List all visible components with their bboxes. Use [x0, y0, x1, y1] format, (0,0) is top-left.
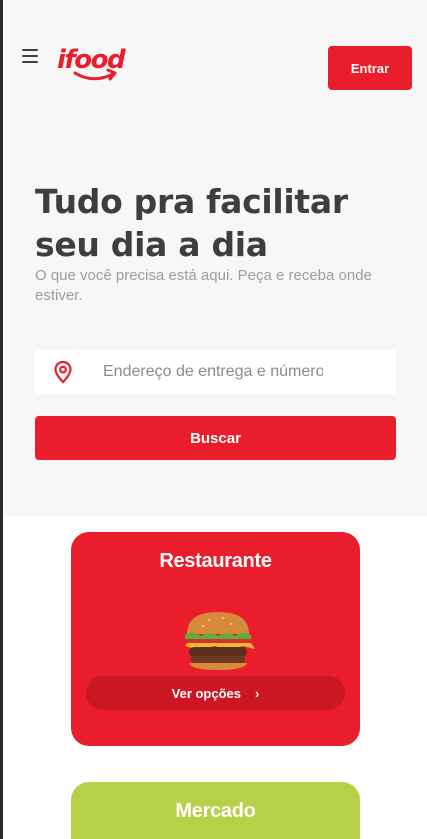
svg-text:ifood: ifood: [57, 45, 126, 75]
restaurant-card-title: Restaurante: [159, 550, 272, 572]
hero-section: ifood Entrar Tudo pra facilitar seu dia …: [3, 0, 427, 516]
burger-icon: [184, 612, 255, 670]
page-subtitle: O que você precisa está aqui. Peça e rec…: [35, 267, 372, 304]
see-options-button[interactable]: Ver opções ›: [86, 676, 345, 710]
search-button[interactable]: Buscar: [35, 416, 396, 460]
market-card-title: Mercado: [175, 800, 256, 822]
chevron-right-icon: ›: [255, 685, 260, 701]
address-field[interactable]: [35, 350, 396, 394]
see-options-label: Ver opções: [171, 685, 242, 701]
login-button[interactable]: Entrar: [328, 46, 412, 90]
ifood-logo[interactable]: ifood: [53, 40, 137, 88]
market-card[interactable]: Mercado: [71, 782, 360, 839]
restaurant-card[interactable]: Restaurante Ver opções ›: [71, 532, 360, 746]
hamburger-menu-icon[interactable]: [22, 49, 38, 63]
page-title: Tudo pra facilitar seu dia a dia: [35, 182, 348, 264]
location-pin-icon: [54, 360, 72, 384]
address-input[interactable]: [103, 363, 323, 381]
